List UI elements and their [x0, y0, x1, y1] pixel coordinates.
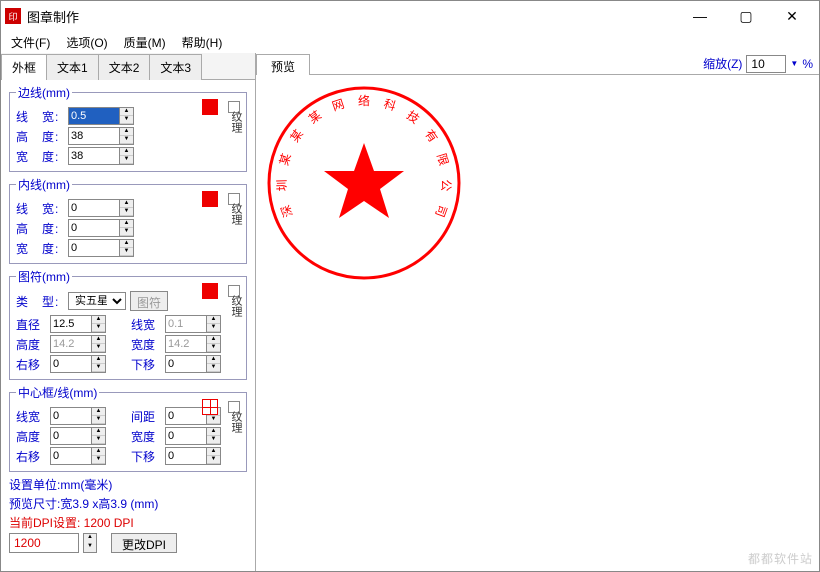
center-right-spinner[interactable]: ▲▼ [50, 447, 106, 465]
tab-text1[interactable]: 文本1 [46, 54, 99, 80]
svg-text:科: 科 [382, 97, 398, 114]
dpi-info: 当前DPI设置: 1200 DPI [9, 514, 247, 531]
svg-text:公: 公 [439, 179, 453, 191]
tab-text2[interactable]: 文本2 [98, 54, 151, 80]
legend-symbol: 图符(mm) [16, 268, 72, 285]
color-swatch-symbol[interactable] [202, 283, 218, 299]
window-title: 图章制作 [27, 7, 677, 26]
texture-label-inner: 纹理 [228, 203, 244, 225]
tab-outer[interactable]: 外框 [1, 54, 47, 80]
svg-text:某: 某 [288, 127, 306, 145]
menu-quality[interactable]: 质量(M) [118, 32, 172, 53]
svg-text:技: 技 [404, 108, 422, 126]
texture-label-symbol: 纹理 [228, 295, 244, 317]
symbol-linewidth-spinner[interactable]: ▲▼ [165, 315, 221, 333]
svg-text:有: 有 [422, 127, 440, 145]
size-info: 预览尺寸:宽3.9 x高3.9 (mm) [9, 495, 247, 512]
center-width-spinner[interactable]: ▲▼ [165, 427, 221, 445]
menu-bar: 文件(F) 选项(O) 质量(M) 帮助(H) [1, 31, 819, 53]
inner-width-spinner[interactable]: ▲▼ [68, 239, 134, 257]
menu-file[interactable]: 文件(F) [5, 32, 56, 53]
maximize-button[interactable]: ▢ [723, 1, 769, 31]
zoom-label: 缩放(Z) [703, 55, 742, 72]
menu-options[interactable]: 选项(O) [60, 32, 113, 53]
group-outer-line: 边线(mm) 纹理 线 宽: ▲▼ 高 度: ▲▼ 宽 度: ▲▼ [9, 84, 247, 172]
svg-text:深: 深 [278, 203, 295, 219]
change-dpi-button[interactable]: 更改DPI [111, 533, 177, 553]
dpi-input[interactable] [9, 533, 79, 553]
color-swatch-inner[interactable] [202, 191, 218, 207]
svg-text:某: 某 [277, 152, 294, 168]
color-swatch-outer[interactable] [202, 99, 218, 115]
svg-text:限: 限 [434, 152, 451, 168]
outer-height-spinner[interactable]: ▲▼ [68, 127, 134, 145]
symbol-height-spinner[interactable]: ▲▼ [50, 335, 106, 353]
svg-text:某: 某 [306, 108, 324, 126]
legend-center: 中心框/线(mm) [16, 384, 99, 401]
svg-text:圳: 圳 [275, 179, 289, 191]
group-inner-line: 内线(mm) 纹理 线 宽: ▲▼ 高 度: ▲▼ 宽 度: ▲▼ [9, 176, 247, 264]
inner-linewidth-spinner[interactable]: ▲▼ [68, 199, 134, 217]
center-linewidth-spinner[interactable]: ▲▼ [50, 407, 106, 425]
texture-label-outer: 纹理 [228, 111, 244, 133]
zoom-dropdown-icon[interactable]: ▼ [790, 59, 798, 68]
center-cross-icon[interactable] [202, 399, 218, 415]
inner-height-spinner[interactable]: ▲▼ [68, 219, 134, 237]
unit-info: 设置单位:mm(毫米) [9, 476, 247, 493]
svg-text:司: 司 [432, 203, 449, 219]
center-down-spinner[interactable]: ▲▼ [165, 447, 221, 465]
symbol-down-spinner[interactable]: ▲▼ [165, 355, 221, 373]
watermark: 都都软件站 [748, 550, 813, 567]
preview-area: 深圳某某某网络科技有限公司 都都软件站 [256, 75, 819, 571]
outer-linewidth-spinner[interactable]: ▲▼ [68, 107, 134, 125]
group-symbol: 图符(mm) 纹理 类 型: 实五星 图符 直径▲▼ 高度▲▼ 右移▲▼ 线宽▲… [9, 268, 247, 380]
center-height-spinner[interactable]: ▲▼ [50, 427, 106, 445]
symbol-button[interactable]: 图符 [130, 291, 168, 311]
legend-inner: 内线(mm) [16, 176, 72, 193]
tab-text3[interactable]: 文本3 [149, 54, 202, 80]
minimize-button[interactable]: — [677, 1, 723, 31]
svg-text:络: 络 [358, 93, 370, 108]
close-button[interactable]: ✕ [769, 1, 815, 31]
symbol-width-spinner[interactable]: ▲▼ [165, 335, 221, 353]
group-center: 中心框/线(mm) 纹理 线宽▲▼ 高度▲▼ 右移▲▼ 间距▲▼ 宽度▲▼ 下移… [9, 384, 247, 472]
symbol-type-select[interactable]: 实五星 [68, 292, 126, 310]
zoom-percent: % [802, 57, 813, 71]
menu-help[interactable]: 帮助(H) [176, 32, 229, 53]
outer-width-spinner[interactable]: ▲▼ [68, 147, 134, 165]
legend-outer: 边线(mm) [16, 84, 72, 101]
symbol-right-spinner[interactable]: ▲▼ [50, 355, 106, 373]
svg-text:网: 网 [330, 97, 346, 114]
symbol-diameter-spinner[interactable]: ▲▼ [50, 315, 106, 333]
app-icon: 印 [5, 8, 21, 24]
tab-preview[interactable]: 预览 [256, 54, 310, 75]
stamp-preview: 深圳某某某网络科技有限公司 [264, 83, 464, 283]
zoom-input[interactable] [746, 55, 786, 73]
texture-label-center: 纹理 [228, 411, 244, 433]
